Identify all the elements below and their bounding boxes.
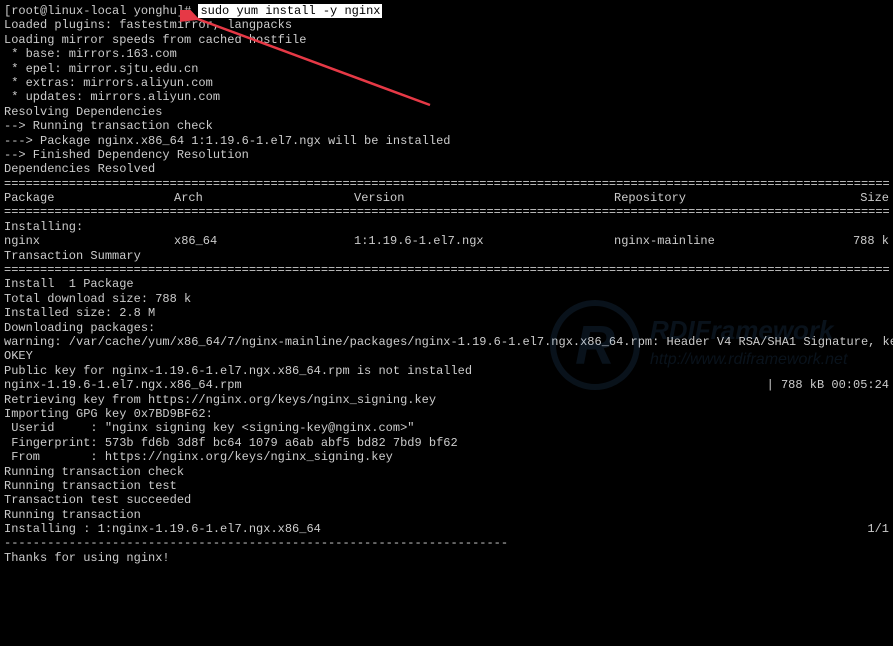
download-size: Total download size: 788 k [4, 292, 889, 306]
install-progress-line: Installing : 1:nginx-1.19.6-1.el7.ngx.x8… [4, 522, 889, 536]
header-package: Package [4, 191, 174, 205]
output-line: * epel: mirror.sjtu.edu.cn [4, 62, 889, 76]
cell-version: 1:1.19.6-1.el7.ngx [354, 234, 614, 248]
output-line: * extras: mirrors.aliyun.com [4, 76, 889, 90]
cell-size: 788 k [814, 234, 889, 248]
retrieving-line: Retrieving key from https://nginx.org/ke… [4, 393, 889, 407]
fingerprint-line: Fingerprint: 573b fd6b 3d8f bc64 1079 a6… [4, 436, 889, 450]
output-line: Resolving Dependencies [4, 105, 889, 119]
warning-line: warning: /var/cache/yum/x86_64/7/nginx-m… [4, 335, 889, 349]
installed-size: Installed size: 2.8 M [4, 306, 889, 320]
separator-line: ========================================… [4, 263, 889, 277]
test-succeeded-line: Transaction test succeeded [4, 493, 889, 507]
userid-line: Userid : "nginx signing key <signing-key… [4, 421, 889, 435]
okey-line: OKEY [4, 349, 889, 363]
output-line: ---> Package nginx.x86_64 1:1.19.6-1.el7… [4, 134, 889, 148]
rpm-progress: | 788 kB 00:05:24 [767, 378, 889, 392]
header-arch: Arch [174, 191, 354, 205]
output-line: --> Finished Dependency Resolution [4, 148, 889, 162]
from-line: From : https://nginx.org/keys/nginx_sign… [4, 450, 889, 464]
output-line: Dependencies Resolved [4, 162, 889, 176]
table-row: nginx x86_64 1:1.19.6-1.el7.ngx nginx-ma… [4, 234, 889, 248]
rpm-progress-line: nginx-1.19.6-1.el7.ngx.x86_64.rpm | 788 … [4, 378, 889, 392]
command-input: sudo yum install -y nginx [198, 4, 382, 18]
install-progress: 1/1 [867, 522, 889, 536]
installing-label: Installing: [4, 220, 889, 234]
install-count: Install 1 Package [4, 277, 889, 291]
rpm-name: nginx-1.19.6-1.el7.ngx.x86_64.rpm [4, 378, 242, 392]
downloading-label: Downloading packages: [4, 321, 889, 335]
thanks-line: Thanks for using nginx! [4, 551, 889, 565]
terminal-prompt-line[interactable]: [root@linux-local yonghu]# sudo yum inst… [4, 4, 889, 18]
dashes-line: ----------------------------------------… [4, 536, 889, 550]
header-size: Size [814, 191, 889, 205]
cell-package: nginx [4, 234, 174, 248]
separator-line: ========================================… [4, 177, 889, 191]
install-item: Installing : 1:nginx-1.19.6-1.el7.ngx.x8… [4, 522, 321, 536]
prompt-prefix: [root@linux-local yonghu]# [4, 4, 198, 18]
cell-arch: x86_64 [174, 234, 354, 248]
table-header-row: Package Arch Version Repository Size [4, 191, 889, 205]
cell-repository: nginx-mainline [614, 234, 814, 248]
header-version: Version [354, 191, 614, 205]
pubkey-line: Public key for nginx-1.19.6-1.el7.ngx.x8… [4, 364, 889, 378]
run-check-line: Running transaction check [4, 465, 889, 479]
output-line: Loading mirror speeds from cached hostfi… [4, 33, 889, 47]
running-line: Running transaction [4, 508, 889, 522]
header-repository: Repository [614, 191, 814, 205]
output-line: * updates: mirrors.aliyun.com [4, 90, 889, 104]
transaction-summary-label: Transaction Summary [4, 249, 889, 263]
run-test-line: Running transaction test [4, 479, 889, 493]
importing-line: Importing GPG key 0x7BD9BF62: [4, 407, 889, 421]
output-line: --> Running transaction check [4, 119, 889, 133]
output-line: * base: mirrors.163.com [4, 47, 889, 61]
output-line: Loaded plugins: fastestmirror, langpacks [4, 18, 889, 32]
separator-line: ========================================… [4, 205, 889, 219]
